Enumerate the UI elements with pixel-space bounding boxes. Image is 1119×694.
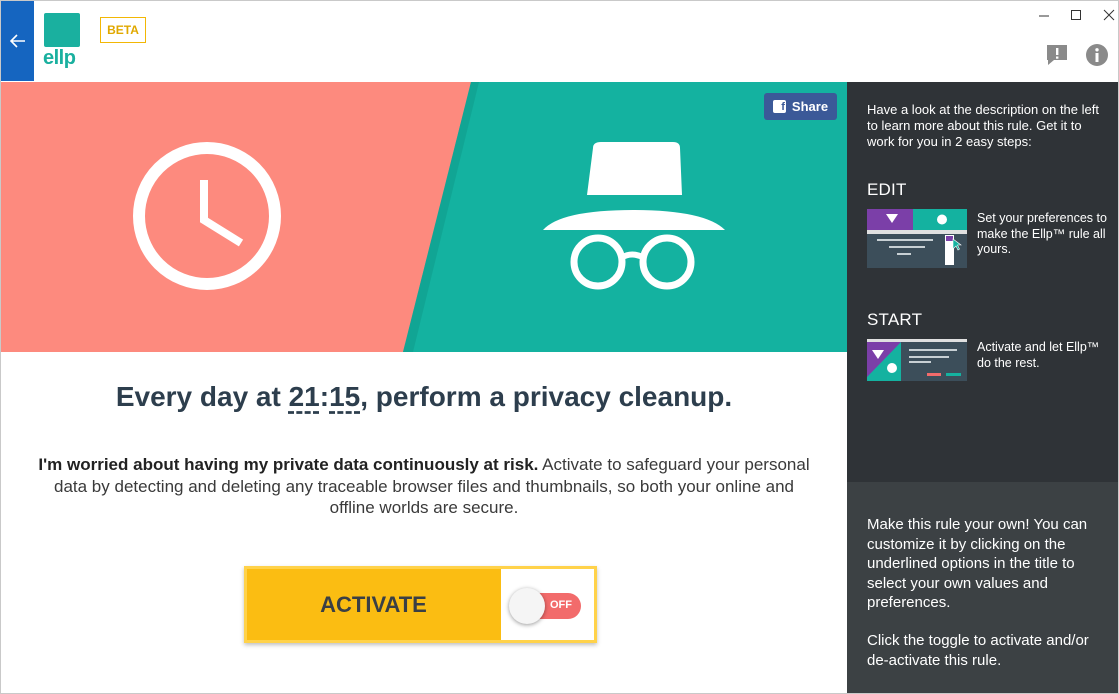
toggle-state-label: OFF [550, 599, 572, 611]
title-suffix: , perform a privacy cleanup. [360, 381, 733, 412]
customize-tip: Make this rule your own! You can customi… [867, 516, 1088, 611]
info-button[interactable] [1084, 42, 1110, 68]
maximize-icon [1071, 10, 1081, 20]
feedback-icon [1047, 45, 1067, 65]
info-icon [1086, 44, 1108, 66]
toggle-tip: Click the toggle to activate and/or de-a… [867, 632, 1089, 669]
app-window: ellp BETA f Share Every day at 21:15, pe… [0, 0, 1119, 694]
sidebar-tips: Make this rule your own! You can customi… [847, 482, 1118, 693]
step-edit-text: Set your preferences to make the Ellp™ r… [977, 211, 1107, 256]
back-arrow-icon [9, 34, 25, 48]
step-start-text: Activate and let Ellp™ do the rest. [977, 340, 1100, 370]
minute-option[interactable]: 15 [329, 381, 360, 412]
start-step-illustration [867, 339, 967, 398]
activate-button[interactable]: ACTIVATE OFF [244, 566, 597, 643]
close-icon [1103, 9, 1115, 21]
minimize-button[interactable] [1030, 5, 1058, 25]
back-button[interactable] [1, 1, 34, 81]
step-start-heading: START [867, 310, 923, 329]
edit-step-illustration [867, 209, 967, 268]
feedback-button[interactable] [1044, 42, 1070, 68]
close-button[interactable] [1095, 5, 1118, 25]
activate-toggle-container: OFF [501, 569, 594, 640]
step-edit-heading: EDIT [867, 180, 907, 199]
help-sidebar: Have a look at the description on the le… [847, 82, 1118, 482]
sidebar-intro: Have a look at the description on the le… [867, 102, 1099, 149]
hour-option[interactable]: 21 [289, 381, 320, 412]
logo-square [44, 13, 80, 47]
activate-label: ACTIVATE [320, 591, 427, 617]
maximize-button[interactable] [1062, 5, 1090, 25]
time-separator: : [319, 381, 330, 412]
toggle-knob[interactable] [509, 588, 545, 624]
facebook-share-button[interactable]: f Share [764, 93, 837, 120]
hero-illustration [1, 82, 847, 352]
ellp-logo: ellp [43, 13, 83, 71]
minimize-icon [1039, 15, 1049, 17]
logo-text: ellp [43, 47, 76, 69]
share-label: Share [791, 99, 829, 114]
title-prefix: Every day at [115, 381, 289, 412]
facebook-icon: f [772, 100, 786, 113]
hero-banner [1, 82, 847, 352]
description-bold: I'm worried about having my private data… [38, 455, 539, 474]
beta-badge: BETA [100, 17, 146, 43]
rule-title: Every day at 21:15, perform a privacy cl… [1, 381, 847, 413]
rule-description: I'm worried about having my private data… [31, 454, 817, 519]
